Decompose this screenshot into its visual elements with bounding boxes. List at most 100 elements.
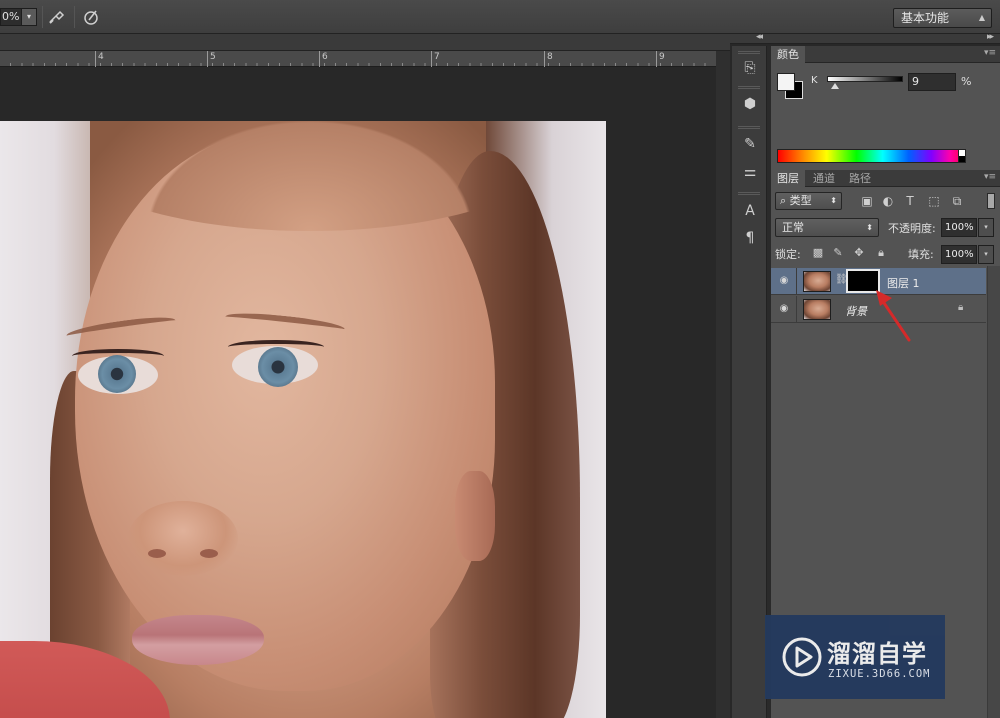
pixel-filter-icon[interactable]: ▣ [859, 193, 875, 209]
chevron-updown-icon: ⬍ [830, 196, 837, 205]
tab-layers[interactable]: 图层 [771, 170, 805, 187]
options-bar: 0% ▾ 基本功能 ▲ [0, 0, 1000, 34]
ruler-tick [95, 51, 96, 67]
k-channel-label: K [811, 75, 818, 86]
options-separator [42, 6, 43, 28]
panel-menu-icon[interactable]: ▾≡ [984, 172, 996, 182]
strip-grip[interactable] [738, 192, 760, 195]
photo-nostril [200, 549, 218, 558]
options-separator [74, 6, 75, 28]
layers-panel-tabs: 图层 通道 路径 ▾≡ [771, 170, 1000, 187]
tab-channels[interactable]: 通道 [807, 170, 841, 187]
panel-menu-icon[interactable]: ▾≡ [984, 48, 996, 58]
layer-filter-type-select[interactable]: ⌕ 类型 ⬍ [775, 192, 842, 210]
watermark-name: 溜溜自学 [827, 640, 927, 668]
percent-sign: % [961, 75, 972, 88]
fill-input[interactable]: 100% [941, 245, 977, 264]
k-channel-slider[interactable] [827, 76, 903, 82]
adjustment-filter-icon[interactable]: ◐ [880, 193, 896, 209]
horizontal-ruler[interactable]: 4 5 6 7 8 9 [0, 51, 716, 67]
photo-nostril [148, 549, 166, 558]
visibility-divider [796, 268, 797, 295]
workspace-switcher[interactable]: 基本功能 ▲ [893, 8, 992, 28]
photo-ear [455, 471, 495, 561]
k-slider-thumb[interactable] [831, 83, 839, 89]
foreground-color-swatch[interactable] [777, 73, 795, 91]
paragraph-panel-icon[interactable]: ¶ [739, 228, 761, 248]
ruler-label: 7 [434, 52, 440, 62]
panel-collapse-bar: ◂◂ ▸▸ [730, 32, 1000, 44]
shape-filter-icon[interactable]: ⬚ [926, 193, 942, 209]
ruler-tick [319, 51, 320, 67]
history-panel-icon[interactable]: ⎘ [739, 58, 761, 78]
filter-type-label: 类型 [789, 194, 812, 207]
visibility-divider [796, 296, 797, 323]
layer-filter-bar: ⌕ 类型 ⬍ ▣ ◐ T ⬚ ⧉ [771, 189, 1000, 213]
airbrush-pressure-icon[interactable] [47, 8, 67, 26]
photo-lashes-left [72, 349, 164, 363]
lock-icon: 🔒︎ [958, 302, 964, 313]
opacity-input[interactable]: 100% [941, 218, 977, 237]
smart-object-filter-icon[interactable]: ⧉ [949, 193, 965, 209]
lock-transparent-pixels-icon[interactable]: ▩ [811, 246, 825, 260]
black-white-swatch[interactable] [958, 149, 966, 163]
ruler-label: 6 [322, 52, 328, 62]
opacity-label: 不透明度: [888, 222, 936, 235]
3d-panel-icon[interactable]: ⬢ [739, 94, 761, 114]
canvas-area[interactable] [0, 67, 716, 718]
zoom-dropdown-button[interactable]: ▾ [21, 8, 37, 26]
photo-lips [132, 615, 264, 665]
fill-dropdown-button[interactable]: ▾ [978, 245, 994, 264]
ruler-label: 5 [210, 52, 216, 62]
lock-label: 锁定: [775, 248, 801, 261]
eye-visibility-icon[interactable]: ◉ [778, 304, 790, 314]
color-spectrum-bar[interactable] [777, 149, 966, 163]
opacity-dropdown-button[interactable]: ▾ [978, 218, 994, 237]
tablet-pressure-icon[interactable] [81, 8, 101, 26]
filter-toggle-switch[interactable] [987, 193, 995, 209]
fill-label: 填充: [908, 248, 934, 261]
brush-panel-icon[interactable]: ✎ [739, 134, 761, 154]
chevron-updown-icon: ⬍ [866, 223, 873, 232]
type-filter-icon[interactable]: T [902, 193, 918, 209]
expand-right-icon[interactable]: ▸▸ [987, 32, 994, 42]
lock-position-icon[interactable]: ✥ [852, 246, 866, 260]
annotation-arrow-icon [876, 290, 911, 342]
document-photo[interactable] [0, 121, 606, 718]
ruler-label: 4 [98, 52, 104, 62]
watermark-url: ZIXUE.3D66.COM [828, 668, 931, 680]
ruler-label: 8 [547, 52, 553, 62]
ruler-tick [656, 51, 657, 67]
blend-mode-label: 正常 [782, 221, 804, 234]
photo-lashes-right [228, 340, 324, 354]
character-panel-icon[interactable]: A [739, 201, 761, 221]
tab-paths[interactable]: 路径 [843, 170, 877, 187]
adjustments-panel-icon[interactable]: ⚌ [739, 162, 761, 182]
layer-thumbnail[interactable] [803, 271, 831, 292]
tab-color[interactable]: 颜色 [771, 46, 805, 63]
blend-mode-select[interactable]: 正常 ⬍ [775, 218, 879, 237]
photo-nose [128, 501, 238, 576]
strip-grip[interactable] [738, 51, 760, 54]
eye-visibility-icon[interactable]: ◉ [778, 276, 790, 286]
layer-thumbnail[interactable] [803, 299, 831, 320]
watermark: 溜溜自学 ZIXUE.3D66.COM [765, 615, 945, 699]
document-vertical-scrollbar[interactable] [716, 51, 730, 718]
lock-all-icon[interactable]: 🔒︎ [874, 246, 888, 260]
ruler-tick [431, 51, 432, 67]
document-tab-strip [0, 34, 730, 51]
play-logo-icon [782, 637, 822, 677]
search-icon: ⌕ [780, 194, 790, 207]
lock-image-pixels-icon[interactable]: ✎ [831, 246, 845, 260]
k-channel-input[interactable]: 9 [908, 73, 956, 91]
ruler-label: 9 [659, 52, 665, 62]
ruler-tick [207, 51, 208, 67]
zoom-field[interactable]: 0% [0, 8, 22, 26]
layers-scrollbar[interactable] [987, 266, 1000, 718]
strip-grip[interactable] [738, 86, 760, 89]
chevron-updown-icon: ▲ [978, 13, 985, 22]
strip-grip[interactable] [738, 126, 760, 129]
collapsed-panel-strip: ⎘ ⬢ ✎ ⚌ A ¶ [732, 46, 767, 718]
layer-name[interactable]: 背景 [845, 303, 867, 319]
collapse-left-icon[interactable]: ◂◂ [756, 32, 763, 42]
